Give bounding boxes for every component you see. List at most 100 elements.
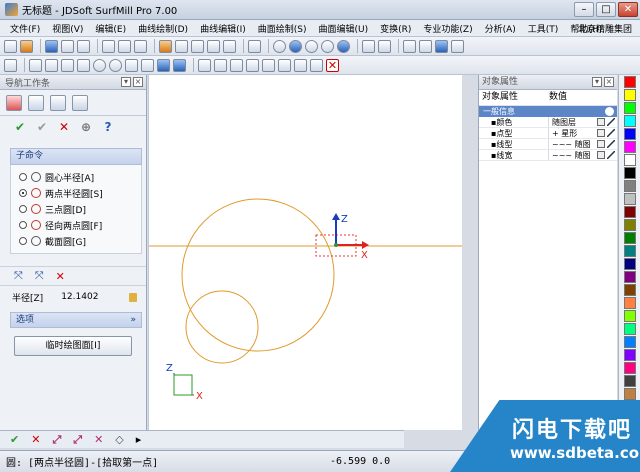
pen-icon[interactable] [607, 140, 615, 148]
options-header[interactable]: 选项 » [10, 312, 142, 328]
color-swatch[interactable] [624, 154, 636, 166]
radio-center-radius[interactable] [19, 173, 27, 181]
more-arrow-icon[interactable]: ▸ [136, 433, 142, 446]
color-swatch[interactable] [624, 271, 636, 283]
color-swatch[interactable] [624, 89, 636, 101]
color-swatch[interactable] [624, 102, 636, 114]
color-swatch[interactable] [624, 375, 636, 387]
surface-2-icon[interactable] [214, 58, 227, 72]
cut-icon[interactable] [102, 39, 115, 53]
color-swatch[interactable] [624, 76, 636, 88]
perpendicular-icon[interactable] [125, 58, 138, 72]
select-icon[interactable] [248, 39, 261, 53]
prop-row-point[interactable]: ▪点型 + 星形 [479, 128, 617, 139]
break-icon[interactable] [262, 58, 275, 72]
spline-icon[interactable] [61, 58, 74, 72]
ok-icon[interactable]: ✔ [10, 433, 19, 446]
drawing-canvas[interactable]: Z X Z X [148, 75, 462, 430]
gear-icon[interactable] [403, 39, 416, 53]
pin-icon[interactable]: ▾ [592, 77, 602, 87]
color-swatch[interactable] [624, 297, 636, 309]
menu-surface-draw[interactable]: 曲面绘制(S) [258, 22, 307, 35]
option-three-point[interactable]: 三点圆[D] [19, 201, 141, 217]
cancel-icon[interactable]: ✕ [58, 120, 70, 134]
dropdown-icon[interactable] [597, 129, 605, 137]
cube-view-icon[interactable] [159, 39, 172, 53]
color-swatch[interactable] [624, 115, 636, 127]
prop-row-linewidth[interactable]: ▪线宽 ~~~ 随图 [479, 150, 617, 161]
dropdown-icon[interactable] [597, 140, 605, 148]
sphere-icon[interactable] [419, 39, 432, 53]
view-iso-icon[interactable] [223, 39, 236, 53]
menu-pro[interactable]: 专业功能(Z) [423, 22, 472, 35]
confirm-icon[interactable]: ✔ [14, 120, 26, 134]
view-side-icon[interactable] [191, 39, 204, 53]
tab-draw-icon[interactable] [6, 94, 22, 111]
snap-clear-icon[interactable]: ✕ [56, 270, 65, 283]
surface-4-icon[interactable] [246, 58, 259, 72]
menu-analysis[interactable]: 分析(A) [485, 22, 516, 35]
color-swatch[interactable] [624, 232, 636, 244]
radio-section-circle[interactable] [19, 237, 27, 245]
prop-row-color[interactable]: ▪颜色 随图层 [479, 117, 617, 128]
small-circle[interactable] [185, 290, 259, 364]
grid-snap-icon[interactable] [435, 39, 448, 53]
radio-radial-two-point[interactable] [19, 221, 27, 229]
copy-icon[interactable] [118, 39, 131, 53]
list-icon[interactable] [451, 39, 464, 53]
color-swatch[interactable] [624, 388, 636, 400]
save-icon[interactable] [45, 39, 58, 53]
help-icon[interactable]: ? [102, 120, 114, 134]
panel-close-icon[interactable]: × [604, 77, 614, 87]
option-section-circle[interactable]: 截面圆[G] [19, 233, 141, 249]
trim-icon[interactable] [141, 58, 154, 72]
menu-surface-edit[interactable]: 曲面编辑(U) [319, 22, 369, 35]
color-swatch[interactable] [624, 206, 636, 218]
color-swatch[interactable] [624, 362, 636, 374]
open-file-icon[interactable] [20, 39, 33, 53]
color-swatch[interactable] [624, 167, 636, 179]
plane-icon[interactable]: ◇ [115, 433, 123, 446]
color-swatch[interactable] [624, 349, 636, 361]
circle-icon[interactable] [93, 58, 106, 72]
minimize-button[interactable]: – [574, 2, 594, 17]
cross-line-icon[interactable] [77, 58, 90, 72]
pen-icon[interactable] [607, 129, 615, 137]
option-two-point-radius[interactable]: 两点半径圆[S] [19, 185, 141, 201]
prop-row-linetype[interactable]: ▪线型 ~~~ 随图 [479, 139, 617, 150]
apply-icon[interactable]: ✔ [36, 120, 48, 134]
maximize-button[interactable]: □ [596, 2, 616, 17]
pick-clear-icon[interactable]: ✕ [94, 433, 103, 446]
arc-icon[interactable] [109, 58, 122, 72]
color-swatch[interactable] [624, 245, 636, 257]
color-swatch[interactable] [624, 310, 636, 322]
tab-list-icon[interactable] [72, 94, 88, 111]
menu-curve-edit[interactable]: 曲线编辑(I) [200, 22, 246, 35]
view-front-icon[interactable] [175, 39, 188, 53]
lock-icon[interactable] [129, 292, 138, 302]
polyline-icon[interactable] [45, 58, 58, 72]
panel-close-icon[interactable]: × [133, 77, 143, 87]
pen-icon[interactable] [607, 151, 615, 159]
surface-3-icon[interactable] [230, 58, 243, 72]
hidden-line-icon[interactable] [321, 39, 334, 53]
menu-file[interactable]: 文件(F) [10, 22, 40, 35]
group-toggle-icon[interactable] [605, 107, 614, 116]
temp-plane-button[interactable]: 临时绘图面[I] [14, 336, 132, 356]
color-swatch[interactable] [624, 180, 636, 192]
option-radial-two-point[interactable]: 径向两点圆[F] [19, 217, 141, 233]
menu-view[interactable]: 视图(V) [52, 22, 83, 35]
shade-blue-icon[interactable] [289, 39, 302, 53]
wireframe-icon[interactable] [273, 39, 286, 53]
offset-icon[interactable] [294, 58, 307, 72]
pin-icon[interactable]: ▾ [121, 77, 131, 87]
layer-icon[interactable] [378, 39, 391, 53]
delete-icon[interactable]: ✕ [326, 58, 339, 72]
dropdown-icon[interactable] [597, 118, 605, 126]
snap-grid-icon[interactable] [157, 58, 170, 72]
tab-layers-icon[interactable] [28, 94, 44, 111]
option-center-radius[interactable]: 圆心半径[A] [19, 169, 141, 185]
color-swatch[interactable] [624, 128, 636, 140]
extend-icon[interactable] [278, 58, 291, 72]
close-button[interactable]: ✕ [618, 2, 638, 17]
